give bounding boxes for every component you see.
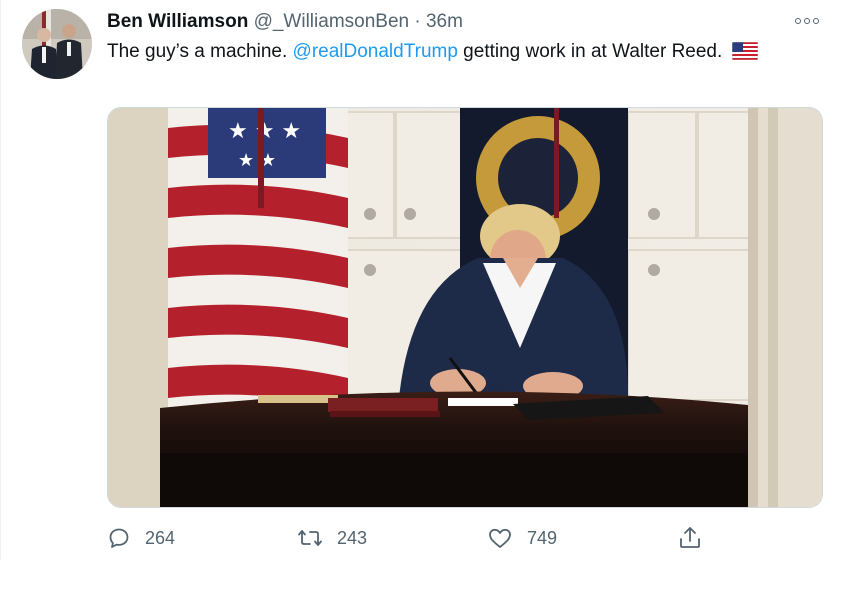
retweet-count: 243 (337, 527, 368, 548)
reply-icon (109, 528, 129, 548)
reply-count: 264 (145, 527, 176, 548)
retweet-button[interactable]: 243 (297, 523, 367, 553)
tweet-text-end: getting work in at Walter Reed. (457, 41, 723, 62)
tweet-header: Ben Williamson @_WilliamsonBen · 36m (107, 9, 463, 35)
avatar-image (22, 9, 92, 79)
heart-icon (489, 528, 511, 548)
tweet-actions: 264 243 749 (107, 523, 707, 553)
mention-link[interactable]: @realDonaldTrump (293, 41, 458, 62)
display-name[interactable]: Ben Williamson (107, 11, 248, 32)
share-button[interactable] (677, 523, 703, 553)
share-icon (680, 527, 700, 548)
tweet-photo[interactable]: ★ ★ ★ ★ ★ (107, 107, 823, 508)
divider (0, 0, 1, 560)
avatar[interactable] (22, 9, 92, 79)
like-count: 749 (527, 527, 558, 548)
tweet-text: The guy’s a machine. @realDonaldTrump ge… (107, 38, 807, 68)
us-flag-icon (731, 41, 758, 68)
user-handle[interactable]: @_WilliamsonBen (254, 11, 410, 32)
retweet-icon (298, 530, 322, 546)
svg-text:★ ★ ★: ★ ★ ★ (228, 119, 301, 144)
separator-dot: · (414, 11, 421, 32)
like-button[interactable]: 749 (487, 523, 557, 553)
svg-text:★ ★: ★ ★ (238, 150, 276, 171)
more-options-icon[interactable] (795, 14, 821, 28)
tweet[interactable]: Ben Williamson @_WilliamsonBen · 36m The… (0, 0, 863, 602)
tweet-text-start: The guy’s a machine. (107, 41, 293, 62)
timestamp[interactable]: 36m (426, 11, 463, 32)
reply-button[interactable]: 264 (107, 523, 175, 553)
photo-image: ★ ★ ★ ★ ★ (108, 108, 822, 507)
